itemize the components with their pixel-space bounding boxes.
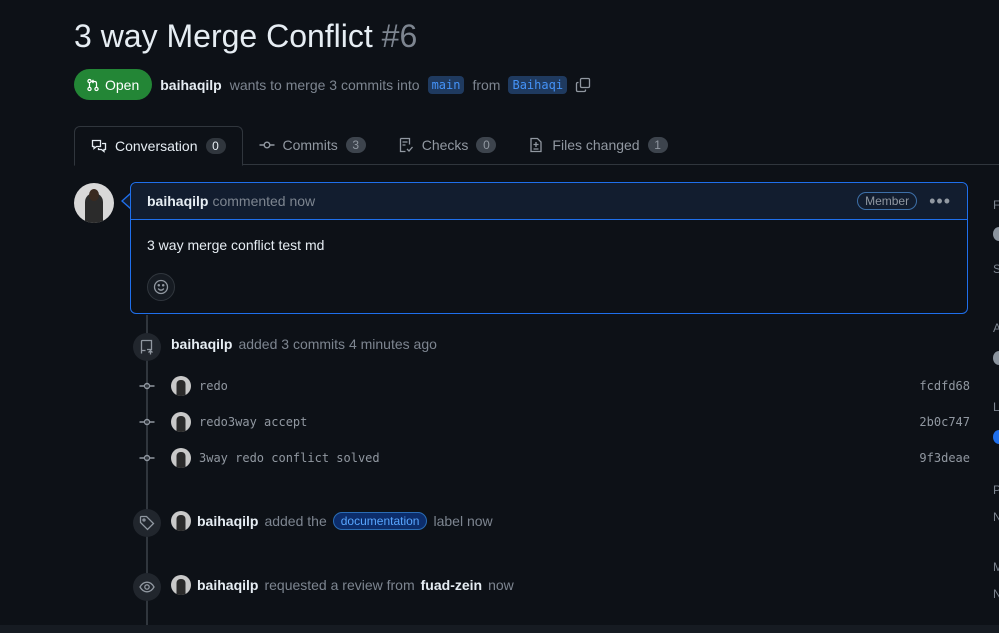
open-status-badge: Open bbox=[74, 69, 153, 100]
comment-author[interactable]: baihaqilp bbox=[147, 193, 208, 209]
commit-author-avatar[interactable] bbox=[171, 376, 191, 396]
commit-message[interactable]: redo bbox=[199, 379, 228, 393]
open-status-label: Open bbox=[105, 76, 140, 93]
tag-icon bbox=[139, 515, 155, 531]
label-event-author[interactable]: baihaqilp bbox=[197, 513, 258, 529]
checklist-icon bbox=[399, 137, 413, 153]
commit-message[interactable]: redo3way accept bbox=[199, 415, 307, 429]
add-reaction-button[interactable] bbox=[147, 273, 175, 301]
tab-conversation[interactable]: Conversation 0 bbox=[74, 126, 243, 166]
comment-body: 3 way merge conflict test md bbox=[147, 237, 325, 253]
sidebar-stub: L bbox=[993, 400, 999, 414]
label-event-suffix: label now bbox=[433, 513, 493, 529]
sidebar-stub: P bbox=[993, 483, 999, 497]
tab-commits[interactable]: Commits 3 bbox=[243, 126, 382, 164]
commit-row[interactable]: redo3way accept 2b0c747 bbox=[138, 412, 970, 432]
tab-conversation-label: Conversation bbox=[115, 138, 198, 154]
commit-sha[interactable]: 2b0c747 bbox=[919, 415, 970, 429]
commit-author-avatar[interactable] bbox=[171, 412, 191, 432]
comment-header: baihaqilp commented now Member ••• bbox=[131, 183, 967, 220]
review-event-badge bbox=[133, 573, 161, 601]
commits-event-text: added 3 commits 4 minutes ago bbox=[238, 336, 437, 352]
git-commit-icon bbox=[139, 418, 155, 426]
git-commit-icon bbox=[259, 141, 274, 149]
pr-status-row: Open baihaqilp wants to merge 3 commits … bbox=[74, 69, 591, 100]
bottom-bar bbox=[0, 625, 999, 633]
pull-request-icon bbox=[87, 78, 99, 91]
eye-icon bbox=[139, 581, 155, 593]
tab-commits-label: Commits bbox=[282, 137, 338, 153]
commits-event: baihaqilp added 3 commits 4 minutes ago bbox=[171, 336, 437, 352]
smiley-icon bbox=[153, 279, 169, 295]
sidebar-avatar-stub bbox=[993, 351, 999, 365]
label-event-avatar[interactable] bbox=[171, 511, 191, 531]
tab-checks-count: 0 bbox=[476, 137, 497, 153]
review-event-suffix: now bbox=[488, 577, 514, 593]
commit-sha[interactable]: 9f3deae bbox=[919, 451, 970, 465]
head-branch[interactable]: Baihaqi bbox=[508, 75, 568, 94]
commits-event-author[interactable]: baihaqilp bbox=[171, 336, 232, 352]
review-event-author[interactable]: baihaqilp bbox=[197, 577, 258, 593]
pr-tabs: Conversation 0 Commits 3 Checks 0 Files … bbox=[74, 126, 684, 166]
label-event-prefix: added the bbox=[264, 513, 327, 529]
review-event-avatar[interactable] bbox=[171, 575, 191, 595]
pr-title: 3 way Merge Conflict #6 bbox=[74, 18, 417, 55]
tab-files-changed-label: Files changed bbox=[552, 137, 640, 153]
commit-author-avatar[interactable] bbox=[171, 448, 191, 468]
label-event-badge bbox=[133, 509, 161, 537]
sidebar-stub: M bbox=[993, 560, 999, 574]
pr-number: #6 bbox=[381, 18, 418, 54]
base-branch[interactable]: main bbox=[427, 75, 465, 94]
sidebar-stub: N bbox=[993, 587, 999, 601]
tab-checks[interactable]: Checks 0 bbox=[382, 126, 513, 164]
kebab-menu-icon[interactable]: ••• bbox=[929, 192, 951, 210]
sidebar-stub: A bbox=[993, 321, 999, 335]
sidebar-avatar-stub bbox=[993, 227, 999, 241]
member-badge: Member bbox=[857, 192, 918, 210]
reviewer-link[interactable]: fuad-zein bbox=[421, 577, 482, 593]
from-text: from bbox=[472, 76, 501, 93]
tab-conversation-count: 0 bbox=[205, 138, 226, 154]
tab-files-changed[interactable]: Files changed 1 bbox=[512, 126, 683, 164]
comment-author-avatar[interactable] bbox=[74, 183, 114, 223]
pr-title-text: 3 way Merge Conflict bbox=[74, 18, 373, 54]
comment-action: commented now bbox=[212, 193, 316, 209]
commit-sha[interactable]: fcdfd68 bbox=[919, 379, 970, 393]
tab-commits-count: 3 bbox=[345, 137, 366, 153]
comment-discussion-icon bbox=[91, 139, 107, 153]
sidebar-stub: N bbox=[993, 510, 999, 524]
commit-message[interactable]: 3way redo conflict solved bbox=[199, 451, 380, 465]
tab-files-changed-count: 1 bbox=[647, 137, 668, 153]
sidebar-stub: S bbox=[993, 262, 999, 276]
tab-checks-label: Checks bbox=[421, 137, 469, 153]
label-event: baihaqilp added the documentation label … bbox=[171, 511, 493, 531]
review-event-prefix: requested a review from bbox=[264, 577, 415, 593]
review-event: baihaqilp requested a review from fuad-z… bbox=[171, 575, 514, 595]
commit-row[interactable]: redo fcdfd68 bbox=[138, 376, 970, 396]
git-commit-icon bbox=[139, 454, 155, 462]
merge-text: wants to merge 3 commits into bbox=[229, 76, 420, 93]
commit-row[interactable]: 3way redo conflict solved 9f3deae bbox=[138, 448, 970, 468]
pr-author-link[interactable]: baihaqilp bbox=[160, 77, 221, 93]
file-diff-icon bbox=[530, 137, 543, 153]
repo-push-icon bbox=[140, 339, 153, 355]
comment-box: baihaqilp commented now Member ••• 3 way… bbox=[130, 182, 968, 314]
copy-icon[interactable] bbox=[575, 77, 591, 93]
push-event-badge bbox=[133, 333, 161, 361]
documentation-label[interactable]: documentation bbox=[332, 512, 428, 530]
sidebar-label-stub bbox=[993, 430, 999, 444]
sidebar-stub: F bbox=[993, 198, 999, 212]
git-commit-icon bbox=[139, 382, 155, 390]
